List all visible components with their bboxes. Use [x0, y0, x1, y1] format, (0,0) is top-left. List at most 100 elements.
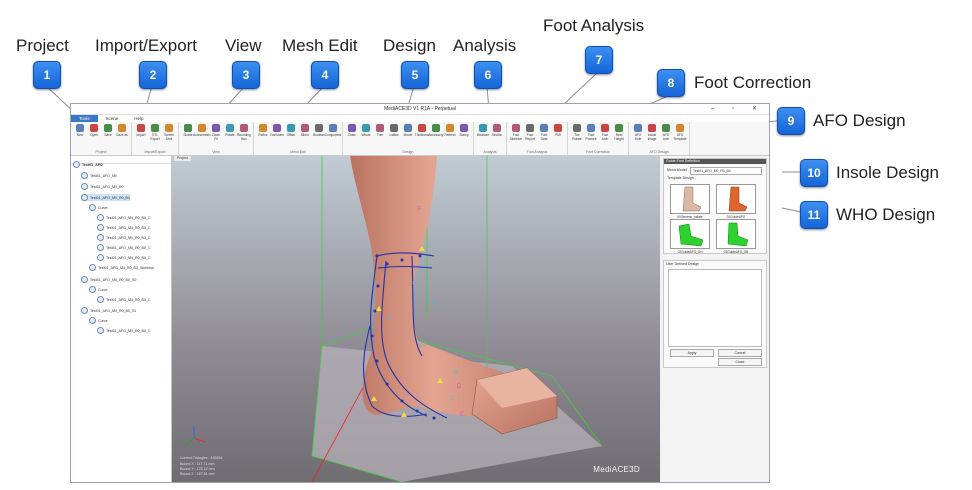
tree-node-label: Test01_AFO_M0_R0_B0_C [106, 245, 151, 250]
landmark-label: F [418, 207, 422, 213]
template-thumb-1[interactable]: 01GuideAFO [716, 184, 756, 219]
ribbon-toolbar: New Open Save Save as Project Import STL Expor… [71, 122, 769, 156]
ribbon-button-label: Whole [361, 133, 371, 137]
close-button[interactable]: Close [718, 358, 762, 366]
ribbon-button-label: Open [90, 133, 98, 137]
ribbon-tool-icon [240, 124, 248, 132]
callout-label-design: Design [383, 36, 436, 55]
ribbon-group-name: View [212, 150, 220, 154]
window-title: MediACE3D V1 R1A - Perpetual [384, 106, 456, 112]
menu-bar: Tools Scene Help [71, 115, 769, 122]
ribbon-tool-icon [390, 124, 398, 132]
ribbon-button-label: AFO Template [673, 133, 687, 141]
ribbon-button-label: Offset [286, 133, 296, 137]
callout-label-afo-design: AFO Design [813, 111, 906, 130]
tree-node-icon [97, 234, 104, 241]
callout-label-foot-analysis: Foot Analysis [543, 16, 645, 35]
tree-node-label: Curve [98, 287, 108, 292]
tree-node[interactable]: Curve [89, 317, 108, 324]
ribbon-tool-icon [662, 124, 670, 132]
window-controls[interactable]: – ▫ ✕ [711, 104, 765, 114]
ribbon-tool-icon [493, 124, 501, 132]
ribbon-group-name: Design [402, 150, 414, 154]
tree-node[interactable]: Test01_AFO [73, 161, 103, 168]
tree-node[interactable]: Test01_AFO_M0_R0_B0_S0 [81, 276, 136, 283]
ribbon-group-name: Analysis [483, 150, 497, 154]
axis-triad-icon [185, 426, 206, 446]
ribbon-button-label: Foot Report [525, 133, 535, 141]
tree-node[interactable]: Test01_AFO_M0 [81, 172, 117, 179]
tree-node[interactable]: Test01_AFO_M0_R0_B0_C [97, 254, 151, 261]
tree-node[interactable]: Test01_AFO_M0_R0_B0_Skeleton [89, 264, 154, 271]
menu-scene[interactable]: Scene [98, 115, 127, 122]
tree-node-label: Test01_AFO_M0_R0_B0_C [106, 225, 151, 230]
cancel-button[interactable]: Cancel [718, 349, 762, 357]
tree-node-icon [97, 254, 104, 261]
ribbon-tool-icon [432, 124, 440, 132]
callout-badge-10: 10 [800, 159, 828, 187]
tree-node[interactable]: Test01_AFO_M0_R0_B0_C [97, 224, 151, 231]
ribbon-tool-icon [479, 124, 487, 132]
ribbon-tool-icon [512, 124, 520, 132]
callout-badge-11: 11 [800, 201, 828, 229]
ribbon-button-label: Save as [116, 133, 128, 137]
ribbon-group-4: Draw Whole Trim Lattice Model Thickness Access… [343, 122, 474, 155]
tree-node-label: Test01_AFO_M0 [90, 173, 117, 178]
ribbon-button-label: Foot Data [540, 133, 548, 141]
afo-guide-panel: Guide Foot Definition Mesh Model Test01_… [661, 156, 769, 482]
mesh-model-select[interactable]: Test01_AFO_M0_R0_B0 [690, 167, 762, 175]
template-thumb-3[interactable]: 03GuideAFO_SB [716, 219, 756, 254]
tree-node[interactable]: Test01_AFO_M0_R0_B0_C [97, 296, 151, 303]
callout-label-insole-design: Insole Design [836, 163, 940, 182]
tree-node[interactable]: Curve [89, 204, 108, 211]
user-design-list[interactable] [668, 269, 762, 347]
tree-node[interactable]: Curve [89, 286, 108, 293]
ribbon-button-label: Component [324, 133, 342, 137]
ribbon-button-label: Foot Arch [601, 133, 609, 141]
template-thumb-2[interactable]: 02GuideAFO_SH [670, 219, 710, 254]
tree-node-icon [97, 244, 104, 251]
menu-help[interactable]: Help [126, 115, 151, 122]
tree-node-label: Test01_AFO_M0_R0_B0_C [106, 255, 151, 260]
ribbon-group-6: Foot Skeleton Foot Report Foot Data PMI Foot… [507, 122, 568, 155]
apply-button[interactable]: Apply [670, 349, 714, 357]
landmark-label: A [388, 317, 392, 323]
tree-node-icon [97, 327, 104, 334]
ribbon-button-label: Lattice [389, 133, 399, 137]
ribbon-tool-icon [573, 124, 581, 132]
ribbon-tool-icon [184, 124, 192, 132]
tree-node-icon [97, 224, 104, 231]
tree-node-icon [97, 214, 104, 221]
ribbon-button-label: New [76, 133, 84, 137]
ribbon-group-1: Import STL Export Screen Shot Import/Export [132, 122, 179, 155]
tree-node[interactable]: Test01_AFO_M0_R0 [81, 183, 124, 190]
template-design-label: Template Design [667, 176, 694, 180]
tree-node[interactable]: Test01_AFO_M0_R0_B0_C [97, 327, 151, 334]
callout-label-foot-correction: Foot Correction [694, 73, 812, 92]
ribbon-tool-icon [212, 124, 220, 132]
ribbon-tool-icon [76, 124, 84, 132]
ribbon-button-label: Zoom Fit [211, 133, 221, 141]
ribbon-button-label: Foot Posture [585, 133, 597, 141]
callout-badge-9: 9 [777, 107, 805, 135]
ribbon-tool-icon [226, 124, 234, 132]
menu-tools[interactable]: Tools [71, 115, 98, 122]
ribbon-tool-icon [587, 124, 595, 132]
tree-node[interactable]: Test01_AFO_M0_R0_B0_C [97, 234, 151, 241]
3d-viewport[interactable]: Project F F A B B C D E F Current Triang… [172, 156, 660, 482]
template-thumb-0[interactable]: 00Generic_Inflate [670, 184, 710, 219]
tree-node[interactable]: Test01_AFO_M0_R0_B0 [81, 194, 130, 201]
callout-label-view: View [225, 36, 262, 55]
landmark-label: D [457, 384, 462, 390]
tree-node[interactable]: Test01_AFO_M0_R0_B0_C [97, 214, 151, 221]
status-bound-y: Bound Y : 123.12 mm [180, 467, 215, 471]
tree-node-label: Test01_AFO_M0_R0 [90, 184, 124, 189]
tree-node[interactable]: Test01_AFO_M0_R0_B0_C [97, 244, 151, 251]
ribbon-button-label: Foot Skeleton [509, 133, 523, 141]
tree-node[interactable]: Test01_AFO_M0_R0_B0_S1 [81, 307, 136, 314]
ribbon-button-label: Stamp [459, 133, 469, 137]
tree-node-label: Test01_AFO_M0_R0_B0_C [106, 215, 151, 220]
landmark-label: B [420, 342, 424, 348]
callout-badge-3: 3 [232, 61, 260, 89]
ribbon-button-label: Heel Height [614, 133, 624, 141]
